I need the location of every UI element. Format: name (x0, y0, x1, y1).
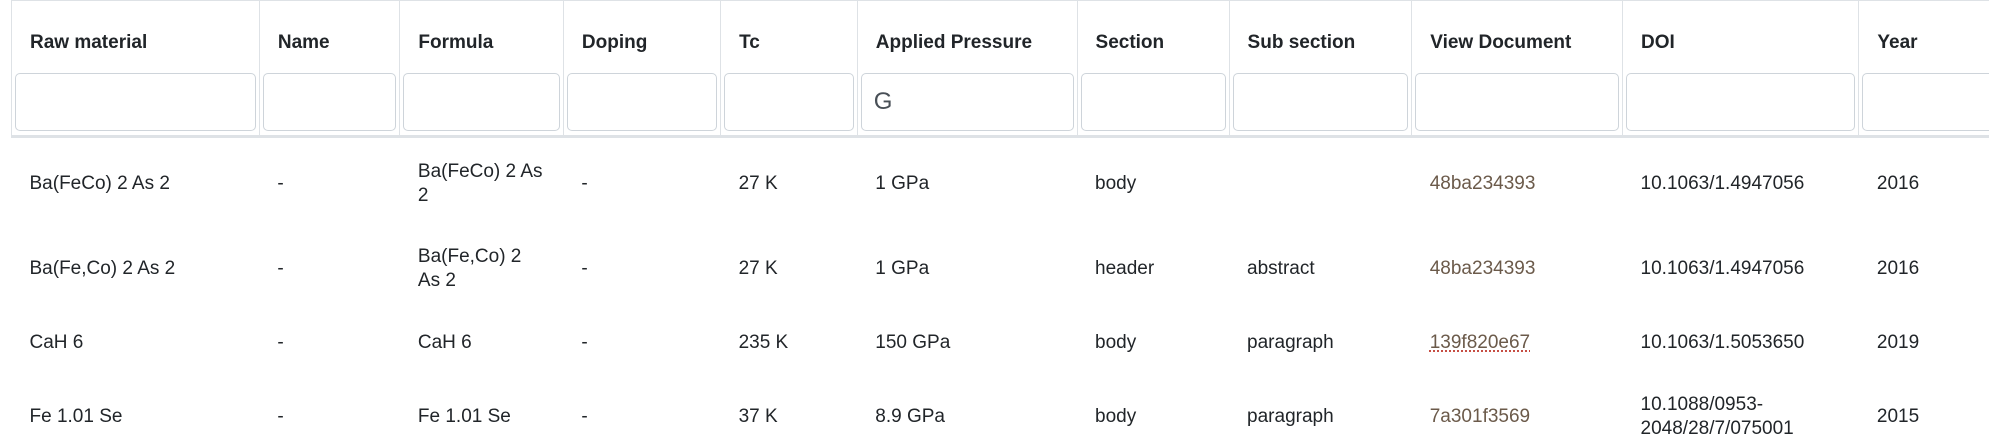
doping-cell: - (581, 406, 588, 427)
name-cell: - (277, 332, 284, 353)
doi-cell: 10.1063/1.5053650 (1640, 332, 1805, 353)
sub-section-cell: paragraph (1247, 332, 1334, 353)
raw-material-filter-input[interactable] (15, 73, 256, 131)
tc-filter-input[interactable] (724, 73, 854, 131)
view-document-link[interactable]: 139f820e67 (1430, 332, 1530, 353)
section-cell: body (1095, 406, 1137, 427)
view-document-cell: 48ba234393 (1412, 137, 1623, 231)
formula-cell: Ba(Fe,Co) 2 As 2 (417, 246, 522, 291)
sub-section-cell (1229, 137, 1412, 231)
doi-cell: 10.1063/1.4947056 (1640, 258, 1805, 279)
raw-material-cell: Fe 1.01 Se (29, 406, 123, 427)
sub-section-cell: abstract (1247, 258, 1315, 279)
column-header-section[interactable]: Section (1077, 0, 1230, 67)
filter-cell-formula (399, 67, 564, 138)
filter-cell-name (259, 67, 401, 138)
column-header-name[interactable]: Name (259, 0, 401, 67)
name-cell: - (277, 258, 284, 279)
filter-cell-applied-pressure (857, 67, 1078, 138)
applied-pressure-cell: 1 GPa (875, 258, 930, 279)
tc-cell: 27 K (738, 173, 778, 194)
column-header-raw-material[interactable]: Raw material (11, 0, 260, 67)
section-cell: body (1095, 332, 1137, 353)
column-header-formula[interactable]: Formula (399, 0, 564, 67)
filter-cell-doi (1622, 67, 1860, 138)
table-row: Ba(FeCo) 2 As 2 - Ba(FeCo) 2 As 2 - 27 K… (12, 137, 1989, 231)
year-filter-input[interactable] (1862, 73, 1989, 131)
view-document-cell: 139f820e67 (1412, 308, 1623, 378)
doping-cell: - (581, 332, 588, 353)
applied-pressure-filter-input[interactable] (860, 73, 1074, 131)
year-cell: 2019 (1876, 332, 1920, 353)
raw-material-cell: CaH 6 (29, 332, 84, 353)
year-cell: 2016 (1876, 258, 1920, 279)
doping-cell: - (581, 173, 588, 194)
results-table-container: Raw material Name Formula Doping Tc Appl… (0, 0, 1989, 446)
filter-cell-tc (720, 67, 858, 138)
year-cell: 2016 (1876, 173, 1920, 194)
view-document-link[interactable]: 7a301f3569 (1430, 406, 1530, 427)
column-header-doi[interactable]: DOI (1622, 0, 1860, 67)
name-filter-input[interactable] (262, 73, 397, 131)
doping-cell: - (581, 258, 588, 279)
filter-cell-raw-material (11, 67, 260, 138)
formula-cell: Fe 1.01 Se (417, 406, 511, 427)
column-header-view-document[interactable]: View Document (1411, 0, 1624, 67)
doping-filter-input[interactable] (566, 73, 718, 131)
filter-cell-sub-section (1229, 67, 1413, 138)
tc-cell: 37 K (738, 406, 778, 427)
tc-cell: 27 K (738, 258, 778, 279)
applied-pressure-cell: 1 GPa (875, 173, 930, 194)
column-header-year[interactable]: Year (1858, 0, 1989, 67)
raw-material-cell: Ba(FeCo) 2 As 2 (29, 173, 170, 194)
doi-filter-input[interactable] (1626, 73, 1856, 131)
tc-cell: 235 K (738, 332, 789, 353)
filter-cell-section (1077, 67, 1230, 138)
table-body: Ba(FeCo) 2 As 2 - Ba(FeCo) 2 As 2 - 27 K… (12, 137, 1989, 446)
applied-pressure-cell: 150 GPa (875, 332, 951, 353)
filter-cell-year (1858, 67, 1989, 138)
name-cell: - (277, 406, 284, 427)
year-cell: 2015 (1876, 406, 1920, 427)
applied-pressure-cell: 8.9 GPa (875, 406, 945, 427)
column-header-tc[interactable]: Tc (720, 0, 858, 67)
section-cell: body (1095, 173, 1137, 194)
formula-cell: CaH 6 (417, 332, 472, 353)
doi-cell: 10.1088/0953-2048/28/7/075001 (1640, 394, 1794, 439)
formula-filter-input[interactable] (403, 73, 560, 131)
view-document-filter-input[interactable] (1415, 73, 1620, 131)
column-header-applied-pressure[interactable]: Applied Pressure (857, 0, 1078, 67)
name-cell: - (277, 173, 284, 194)
view-document-cell: 7a301f3569 (1412, 378, 1623, 446)
table-row: CaH 6 - CaH 6 - 235 K 150 GPa body parag… (12, 308, 1989, 378)
table-row: Fe 1.01 Se - Fe 1.01 Se - 37 K 8.9 GPa b… (12, 378, 1989, 446)
view-document-link[interactable]: 48ba234393 (1430, 258, 1536, 279)
sub-section-cell: paragraph (1247, 406, 1334, 427)
column-header-row: Raw material Name Formula Doping Tc Appl… (11, 0, 1989, 67)
view-document-cell: 48ba234393 (1412, 230, 1623, 308)
raw-material-cell: Ba(Fe,Co) 2 As 2 (29, 258, 176, 279)
formula-cell: Ba(FeCo) 2 As 2 (417, 161, 543, 206)
section-filter-input[interactable] (1080, 73, 1226, 131)
section-cell: header (1095, 258, 1155, 279)
table-row: Ba(Fe,Co) 2 As 2 - Ba(Fe,Co) 2 As 2 - 27… (12, 230, 1989, 308)
filter-row (11, 67, 1989, 138)
doi-cell: 10.1063/1.4947056 (1640, 173, 1805, 194)
sub-section-filter-input[interactable] (1232, 73, 1409, 131)
table-header: Raw material Name Formula Doping Tc Appl… (11, 0, 1989, 138)
results-table: Raw material Name Formula Doping Tc Appl… (11, 0, 1989, 446)
filter-cell-view-document (1411, 67, 1624, 138)
filter-cell-doping (563, 67, 722, 138)
column-header-sub-section[interactable]: Sub section (1229, 0, 1413, 67)
column-header-doping[interactable]: Doping (563, 0, 722, 67)
view-document-link[interactable]: 48ba234393 (1430, 173, 1536, 194)
